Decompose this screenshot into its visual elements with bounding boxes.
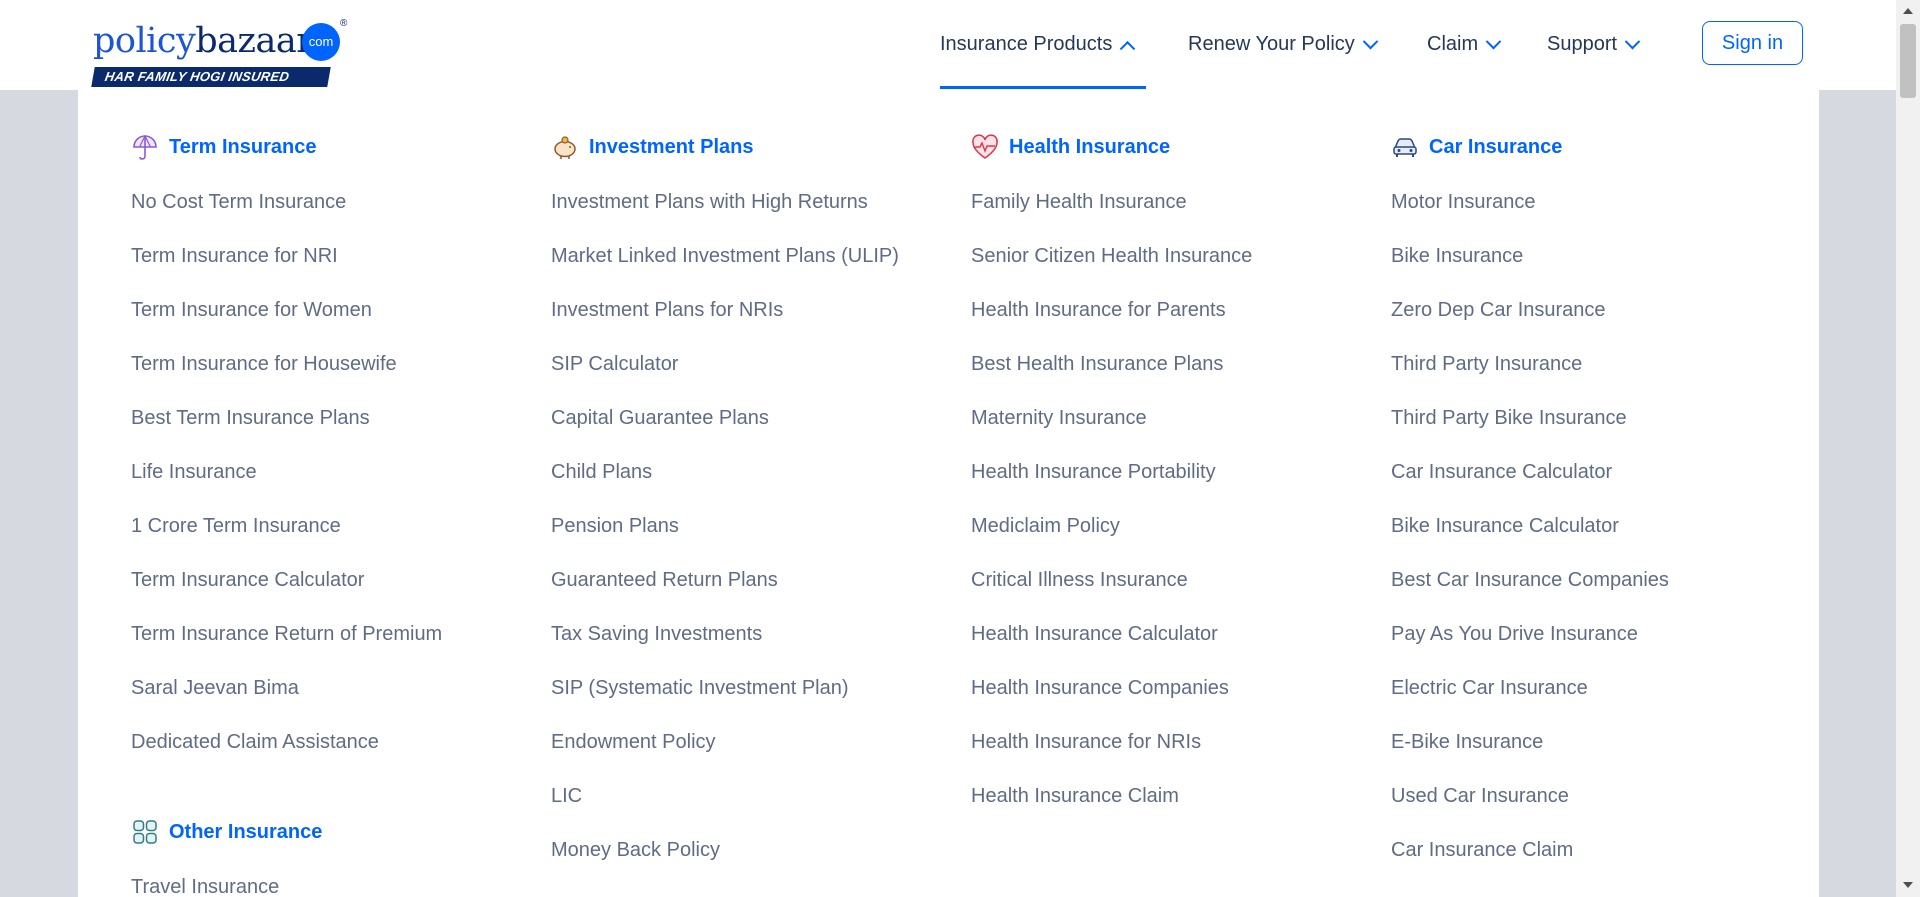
menu-link[interactable]: Money Back Policy xyxy=(551,838,720,862)
nav-insurance-products[interactable]: Insurance Products xyxy=(940,32,1136,57)
logo-tagline: HAR FAMILY HOGI INSURED xyxy=(91,67,331,87)
nav-claim-label: Claim xyxy=(1427,32,1479,55)
menu-link[interactable]: Life Insurance xyxy=(131,460,257,484)
menu-heading-other-insurance[interactable]: Other Insurance xyxy=(131,818,322,846)
menu-link[interactable]: Mediclaim Policy xyxy=(971,514,1120,538)
nav-support-label: Support xyxy=(1547,32,1618,55)
menu-link[interactable]: Health Insurance Calculator xyxy=(971,622,1218,646)
menu-heading-investment-plans-label: Investment Plans xyxy=(589,135,754,158)
menu-link[interactable]: Best Term Insurance Plans xyxy=(131,406,370,430)
logo-com-badge: com xyxy=(302,23,340,61)
menu-link[interactable]: 1 Crore Term Insurance xyxy=(131,514,341,538)
menu-link[interactable]: Term Insurance Return of Premium xyxy=(131,622,442,646)
page-scrollbar[interactable] xyxy=(1896,0,1920,897)
nav-claim[interactable]: Claim xyxy=(1427,32,1502,56)
menu-link[interactable]: Best Health Insurance Plans xyxy=(971,352,1223,376)
scroll-up-arrow-icon[interactable] xyxy=(1903,8,1913,14)
site-header: policybazaar com ® HAR FAMILY HOGI INSUR… xyxy=(0,0,1896,90)
menu-link[interactable]: Pay As You Drive Insurance xyxy=(1391,622,1638,646)
logo-policy-text: policy xyxy=(93,21,196,61)
menu-link[interactable]: Zero Dep Car Insurance xyxy=(1391,298,1606,322)
umbrella-icon xyxy=(133,134,157,160)
menu-heading-other-insurance-label: Other Insurance xyxy=(169,820,323,843)
menu-link[interactable]: LIC xyxy=(551,784,582,808)
sign-in-button[interactable]: Sign in xyxy=(1702,21,1803,65)
logo-bazaar-text: bazaar xyxy=(195,21,313,61)
menu-link[interactable]: Maternity Insurance xyxy=(971,406,1147,430)
menu-link[interactable]: Travel Insurance xyxy=(131,875,279,897)
policybazaar-logo[interactable]: policybazaar com ® HAR FAMILY HOGI INSUR… xyxy=(91,18,353,90)
menu-heading-car-insurance[interactable]: Car Insurance xyxy=(1391,133,1562,161)
menu-link[interactable]: No Cost Term Insurance xyxy=(131,190,346,214)
menu-link[interactable]: Investment Plans with High Returns xyxy=(551,190,868,214)
scrollbar-thumb[interactable] xyxy=(1900,24,1916,98)
scroll-down-arrow-icon[interactable] xyxy=(1903,882,1913,888)
menu-link[interactable]: Electric Car Insurance xyxy=(1391,676,1588,700)
nav-renew-your-policy[interactable]: Renew Your Policy xyxy=(1188,32,1379,56)
menu-link[interactable]: Best Car Insurance Companies xyxy=(1391,568,1669,592)
menu-link[interactable]: Tax Saving Investments xyxy=(551,622,762,646)
piggy-bank-icon xyxy=(554,136,576,159)
menu-link[interactable]: Term Insurance for Housewife xyxy=(131,352,397,376)
menu-heading-term-insurance-label: Term Insurance xyxy=(169,135,317,158)
nav-support[interactable]: Support xyxy=(1547,32,1641,56)
menu-link[interactable]: Motor Insurance xyxy=(1391,190,1536,214)
menu-link[interactable]: Health Insurance Portability xyxy=(971,460,1216,484)
menu-link[interactable]: Term Insurance for Women xyxy=(131,298,372,322)
menu-link[interactable]: Family Health Insurance xyxy=(971,190,1187,214)
menu-heading-car-insurance-label: Car Insurance xyxy=(1429,135,1563,158)
chevron-down-icon xyxy=(1362,33,1379,49)
menu-link[interactable]: SIP Calculator xyxy=(551,352,678,376)
menu-link[interactable]: Car Insurance Claim xyxy=(1391,838,1573,862)
menu-link[interactable]: Saral Jeevan Bima xyxy=(131,676,299,700)
grid-icon xyxy=(133,820,157,844)
nav-insurance-products-label: Insurance Products xyxy=(940,32,1113,55)
menu-link[interactable]: Used Car Insurance xyxy=(1391,784,1569,808)
chevron-up-icon xyxy=(1120,40,1136,57)
menu-link[interactable]: E-Bike Insurance xyxy=(1391,730,1543,754)
menu-heading-term-insurance[interactable]: Term Insurance xyxy=(131,133,316,161)
menu-link[interactable]: Health Insurance for NRIs xyxy=(971,730,1201,754)
chevron-down-icon xyxy=(1485,33,1502,49)
menu-link[interactable]: Dedicated Claim Assistance xyxy=(131,730,379,754)
menu-link[interactable]: Health Insurance Claim xyxy=(971,784,1179,808)
logo-registered-mark: ® xyxy=(340,18,348,29)
menu-link[interactable]: Endowment Policy xyxy=(551,730,716,754)
nav-renew-your-policy-label: Renew Your Policy xyxy=(1188,32,1355,55)
menu-heading-health-insurance[interactable]: Health Insurance xyxy=(971,133,1170,161)
menu-link[interactable]: Term Insurance Calculator xyxy=(131,568,364,592)
menu-heading-investment-plans[interactable]: Investment Plans xyxy=(551,133,754,161)
menu-link[interactable]: Guaranteed Return Plans xyxy=(551,568,778,592)
menu-link[interactable]: Critical Illness Insurance xyxy=(971,568,1188,592)
heart-pulse-icon xyxy=(972,134,998,159)
insurance-products-mega-menu: Term Insurance No Cost Term Insurance Te… xyxy=(78,90,1819,897)
menu-link[interactable]: Car Insurance Calculator xyxy=(1391,460,1612,484)
menu-link[interactable]: SIP (Systematic Investment Plan) xyxy=(551,676,849,700)
nav-active-underline xyxy=(940,86,1146,89)
logo-wordmark: policybazaar xyxy=(93,20,313,62)
menu-link[interactable]: Pension Plans xyxy=(551,514,679,538)
menu-link[interactable]: Capital Guarantee Plans xyxy=(551,406,769,430)
menu-link[interactable]: Bike Insurance xyxy=(1391,244,1523,268)
menu-link[interactable]: Health Insurance Companies xyxy=(971,676,1229,700)
chevron-down-icon xyxy=(1624,33,1641,49)
menu-link[interactable]: Bike Insurance Calculator xyxy=(1391,514,1619,538)
menu-link[interactable]: Third Party Bike Insurance xyxy=(1391,406,1627,430)
menu-link[interactable]: Term Insurance for NRI xyxy=(131,244,338,268)
car-icon xyxy=(1393,138,1417,157)
menu-heading-health-insurance-label: Health Insurance xyxy=(1009,135,1171,158)
menu-link[interactable]: Senior Citizen Health Insurance xyxy=(971,244,1252,268)
menu-link[interactable]: Market Linked Investment Plans (ULIP) xyxy=(551,244,899,268)
menu-link[interactable]: Investment Plans for NRIs xyxy=(551,298,783,322)
menu-link[interactable]: Third Party Insurance xyxy=(1391,352,1582,376)
menu-link[interactable]: Health Insurance for Parents xyxy=(971,298,1226,322)
menu-link[interactable]: Child Plans xyxy=(551,460,652,484)
